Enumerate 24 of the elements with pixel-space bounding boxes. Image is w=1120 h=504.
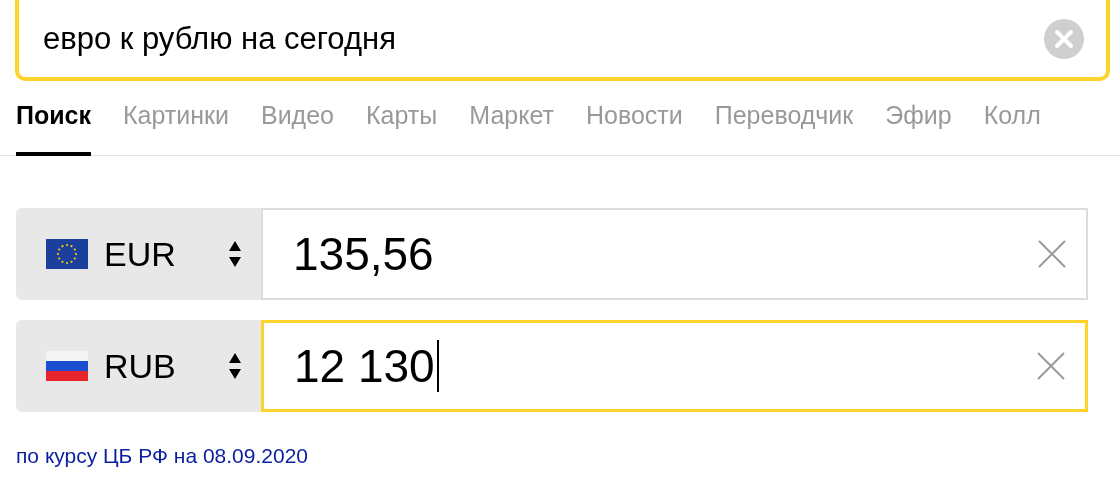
sort-arrows-icon [229, 353, 241, 379]
nav-tab[interactable]: Переводчик [714, 101, 854, 156]
nav-tab[interactable]: Поиск [16, 101, 92, 156]
search-query: евро к рублю на сегодня [43, 20, 397, 57]
currency-select[interactable]: RUB [16, 320, 261, 412]
nav-tab[interactable]: Видео [261, 101, 335, 156]
nav-tab[interactable]: Эфир [885, 101, 952, 156]
sort-arrows-icon [229, 241, 241, 267]
nav-tab[interactable]: Картинки [123, 101, 229, 156]
clear-icon[interactable] [1044, 18, 1084, 59]
amount-field[interactable]: 12 130 [261, 320, 1088, 412]
search-field[interactable]: евро к рублю на сегодня [15, 0, 1110, 81]
nav-tab[interactable]: Карты [366, 101, 438, 156]
flag-icon [46, 239, 88, 269]
clear-icon[interactable] [1038, 240, 1066, 268]
nav-tab[interactable]: Новости [585, 101, 683, 156]
nav-tab[interactable]: Колл [983, 101, 1041, 156]
rate-note[interactable]: по курсу ЦБ РФ на 08.09.2020 [16, 444, 309, 468]
currency-select[interactable]: EUR [16, 208, 261, 300]
nav-tab[interactable]: Маркет [469, 101, 554, 156]
flag-icon [46, 351, 88, 381]
clear-icon[interactable] [1037, 352, 1065, 380]
text-cursor [436, 340, 439, 392]
amount-field[interactable]: 135,56 [261, 208, 1088, 300]
